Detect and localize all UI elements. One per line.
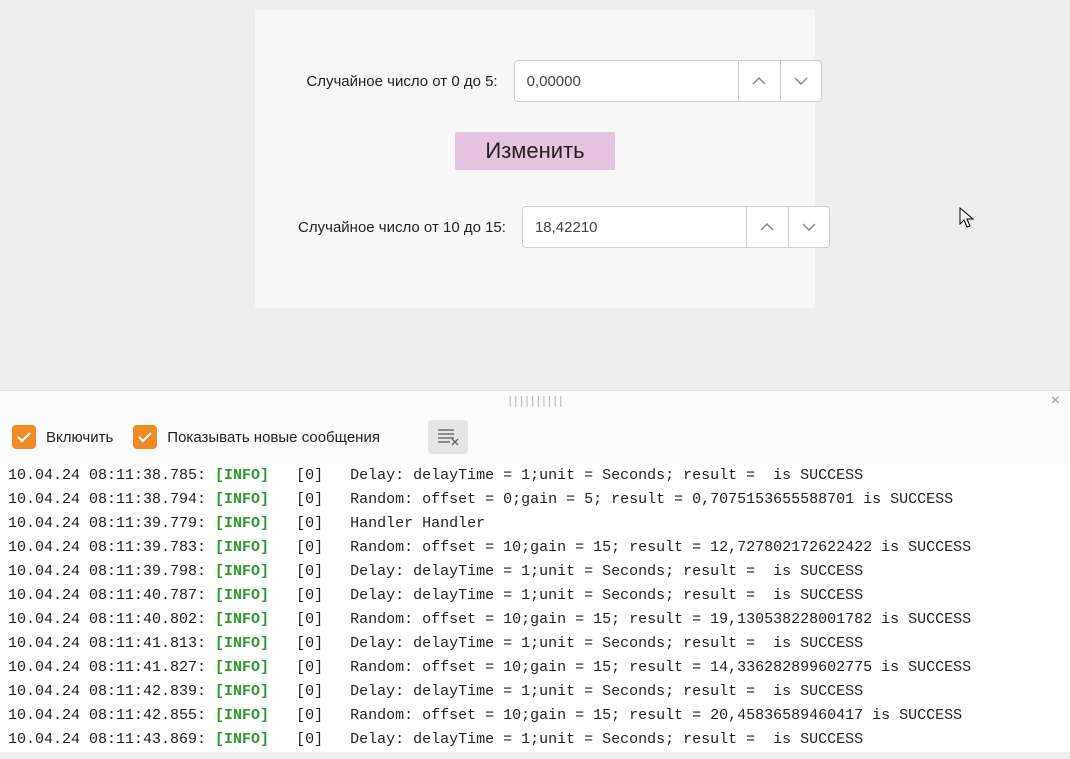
chevron-down-icon <box>794 77 808 85</box>
change-button[interactable]: Изменить <box>455 132 614 170</box>
close-log-button[interactable]: × <box>1051 392 1060 410</box>
log-line: 10.04.24 08:11:39.798: [INFO] [0] Delay:… <box>8 560 1062 584</box>
check-icon <box>138 431 152 443</box>
log-toolbar: Включить Показывать новые сообщения <box>0 410 1070 464</box>
spinner-down-button[interactable] <box>788 206 830 248</box>
clear-lines-icon <box>437 428 459 446</box>
log-area[interactable]: 10.04.24 08:11:37.786: [INFO] [0] Random… <box>0 464 1070 752</box>
form-row-2: Случайное число от 10 до 15: <box>285 206 785 248</box>
log-line: 10.04.24 08:11:40.802: [INFO] [0] Random… <box>8 608 1062 632</box>
enable-checkbox[interactable] <box>12 425 36 449</box>
log-line: 10.04.24 08:11:41.827: [INFO] [0] Random… <box>8 656 1062 680</box>
chevron-up-icon <box>760 223 774 231</box>
show-new-label: Показывать новые сообщения <box>167 429 380 446</box>
log-line: 10.04.24 08:11:41.813: [INFO] [0] Delay:… <box>8 632 1062 656</box>
random-10-15-label: Случайное число от 10 до 15: <box>298 219 506 236</box>
random-0-5-input[interactable] <box>514 60 738 102</box>
enable-label: Включить <box>46 429 113 446</box>
log-line: 10.04.24 08:11:43.869: [INFO] [0] Delay:… <box>8 728 1062 752</box>
log-line: 10.04.24 08:11:39.783: [INFO] [0] Random… <box>8 536 1062 560</box>
top-area: Случайное число от 0 до 5: Изменить Случ… <box>0 0 1070 390</box>
log-line: 10.04.24 08:11:38.785: [INFO] [0] Delay:… <box>8 464 1062 488</box>
show-new-checkbox[interactable] <box>133 425 157 449</box>
log-line: 10.04.24 08:11:42.839: [INFO] [0] Delay:… <box>8 680 1062 704</box>
form-row-1: Случайное число от 0 до 5: <box>285 60 785 102</box>
spinner-0-5 <box>514 60 764 102</box>
chevron-up-icon <box>752 77 766 85</box>
log-line: 10.04.24 08:11:39.779: [INFO] [0] Handle… <box>8 512 1062 536</box>
log-line: 10.04.24 08:11:42.855: [INFO] [0] Random… <box>8 704 1062 728</box>
spinner-10-15 <box>522 206 772 248</box>
spinner-down-button[interactable] <box>780 60 822 102</box>
chevron-down-icon <box>802 223 816 231</box>
clear-log-button[interactable] <box>428 420 468 454</box>
log-line: 10.04.24 08:11:40.787: [INFO] [0] Delay:… <box>8 584 1062 608</box>
splitter-grip-icon: |||||||||| <box>507 394 563 407</box>
spinner-up-button[interactable] <box>746 206 788 248</box>
spinner-up-button[interactable] <box>738 60 780 102</box>
log-line: 10.04.24 08:11:38.794: [INFO] [0] Random… <box>8 488 1062 512</box>
random-0-5-label: Случайное число от 0 до 5: <box>306 73 497 90</box>
form-panel: Случайное число от 0 до 5: Изменить Случ… <box>255 10 815 308</box>
check-icon <box>17 431 31 443</box>
random-10-15-input[interactable] <box>522 206 746 248</box>
splitter[interactable]: |||||||||| × <box>0 390 1070 410</box>
